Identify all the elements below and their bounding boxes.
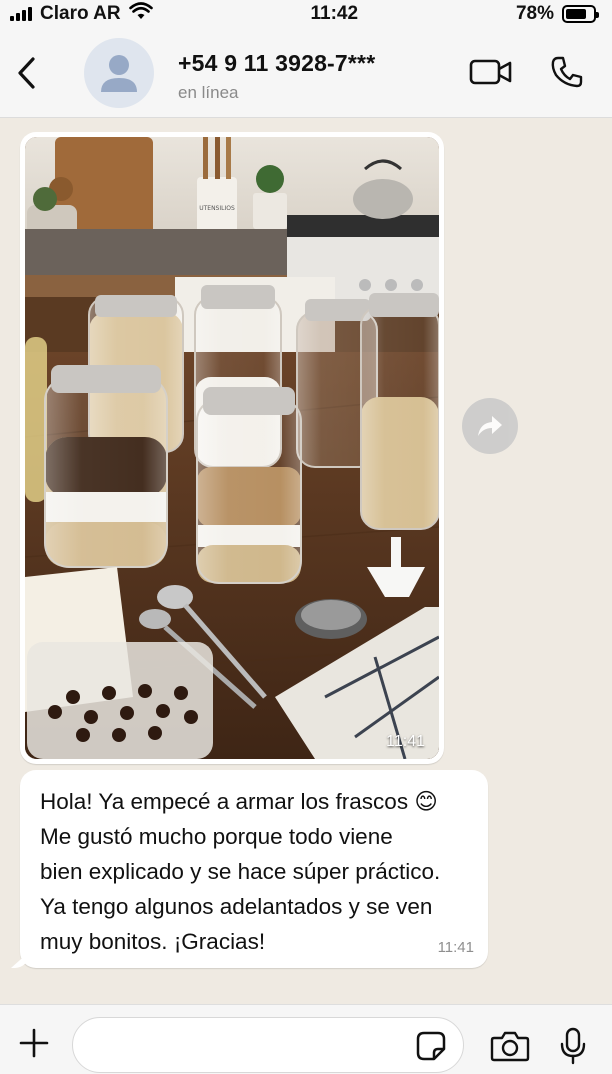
- forward-button[interactable]: [462, 398, 518, 454]
- person-icon: [101, 55, 137, 92]
- clock: 11:42: [310, 3, 359, 24]
- back-button[interactable]: [10, 50, 44, 96]
- utensil-holder-label: UTENSILIOS: [199, 205, 235, 212]
- phone-icon: [551, 56, 583, 88]
- video-camera-icon: [469, 59, 512, 85]
- contact-status: en línea: [178, 83, 239, 102]
- battery-percent: 78%: [515, 3, 554, 24]
- image-message-bubble[interactable]: UTENSILIOS 11:41: [20, 132, 444, 764]
- plus-icon: [19, 1028, 49, 1058]
- message-input[interactable]: [72, 1017, 464, 1073]
- microphone-button[interactable]: [556, 1025, 590, 1067]
- photo-jars[interactable]: UTENSILIOS 11:41: [25, 137, 439, 759]
- contact-name[interactable]: +54 9 11 3928-7***: [178, 50, 375, 77]
- input-bar: [0, 1004, 612, 1074]
- battery-level-fill: [565, 9, 587, 19]
- camera-button[interactable]: [488, 1027, 532, 1065]
- kitchen-jars-photo: UTENSILIOS: [25, 137, 439, 759]
- status-right: 78%: [515, 3, 599, 25]
- microphone-icon: [560, 1027, 586, 1065]
- chat-header: +54 9 11 3928-7*** en línea: [0, 28, 612, 118]
- camera-icon: [490, 1031, 530, 1062]
- sticker-button[interactable]: [414, 1029, 448, 1063]
- forward-icon: [478, 416, 502, 436]
- battery-icon: [561, 5, 599, 23]
- attach-button[interactable]: [16, 1025, 52, 1061]
- chevron-left-icon: [18, 57, 35, 89]
- voice-call-button[interactable]: [548, 52, 586, 92]
- message-text: Hola! Ya empecé a armar los frascos 😊 Me…: [40, 789, 441, 954]
- status-bar: Claro AR 11:42 78%: [0, 0, 612, 28]
- status-left: Claro AR: [10, 2, 153, 26]
- image-timestamp: 11:41: [386, 733, 425, 750]
- text-message-bubble[interactable]: Hola! Ya empecé a armar los frascos 😊 Me…: [20, 770, 488, 968]
- sticker-icon: [416, 1031, 446, 1061]
- chat-area[interactable]: UTENSILIOS 11:41 Hola! Ya empecé a armar…: [0, 118, 612, 1004]
- carrier-label: Claro AR: [40, 3, 121, 24]
- avatar[interactable]: [84, 38, 154, 108]
- wifi-icon: [128, 2, 153, 26]
- signal-icon: [10, 7, 32, 21]
- message-timestamp: 11:41: [437, 939, 474, 956]
- video-call-button[interactable]: [468, 54, 514, 90]
